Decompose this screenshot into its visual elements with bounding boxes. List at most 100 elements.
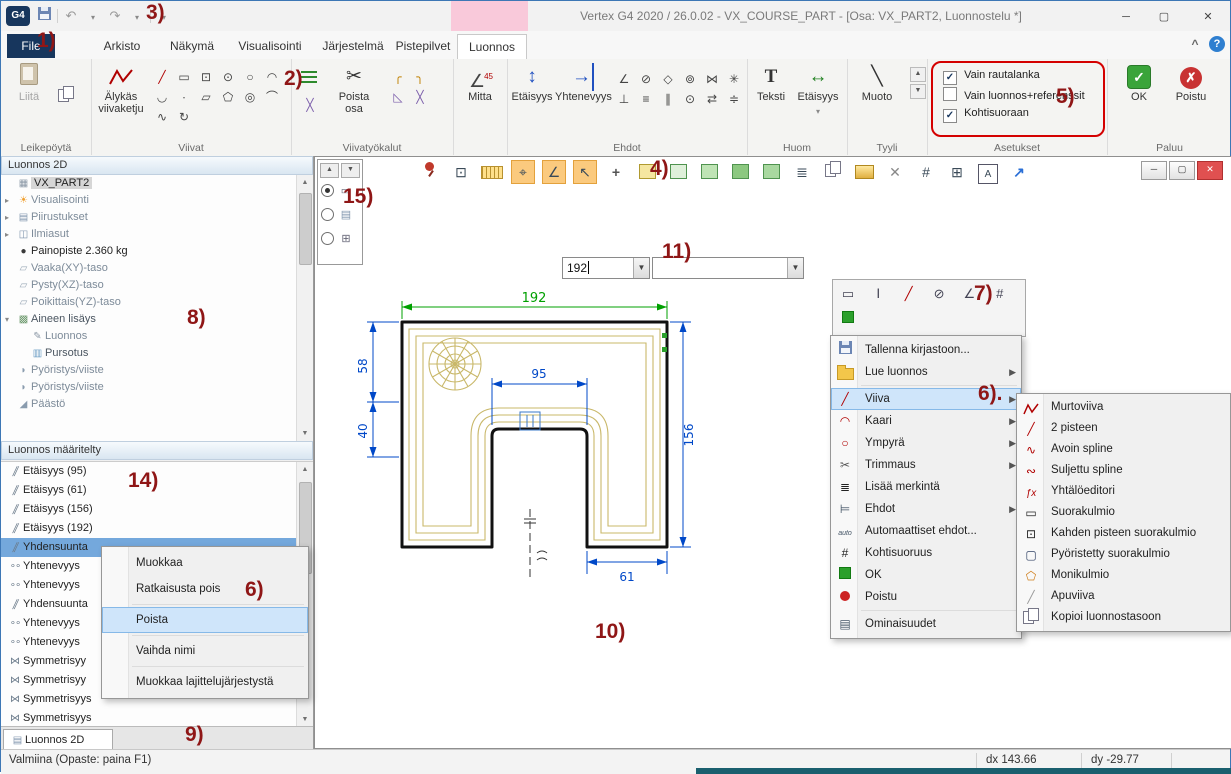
symmetry-constraint-icon[interactable] <box>702 70 722 88</box>
checkbox-kohtisuoraan[interactable]: Kohtisuoraan <box>943 106 1029 120</box>
help-icon[interactable]: ? <box>1209 36 1225 52</box>
dimension-156[interactable]: 156 <box>670 322 696 547</box>
tab-luonnos-2d[interactable]: Luonnos 2D <box>3 729 113 750</box>
coincident-constraint-icon[interactable] <box>680 90 700 108</box>
scroll-down-icon[interactable]: ▼ <box>297 712 313 727</box>
dimension-40[interactable]: 40 <box>356 402 399 457</box>
child-close-icon[interactable]: ✕ <box>1197 161 1223 180</box>
collapse-ribbon-icon[interactable] <box>1187 37 1203 53</box>
snap-target-icon[interactable] <box>511 160 535 184</box>
chamfer-icon[interactable] <box>388 88 408 106</box>
grid-add-icon[interactable] <box>945 160 969 184</box>
line-tool-icon[interactable] <box>897 283 921 305</box>
panel-down-icon[interactable]: ▼ <box>341 163 360 178</box>
ok-square-icon[interactable] <box>836 308 860 330</box>
scroll-thumb[interactable] <box>299 193 312 265</box>
spinner-down-icon[interactable]: ▼ <box>910 84 926 99</box>
ibeam-tool-icon[interactable] <box>866 283 890 305</box>
combo-dropdown-icon[interactable]: ▼ <box>787 258 803 278</box>
dimension-61[interactable]: 61 <box>587 551 667 584</box>
arc-down-icon[interactable] <box>152 88 172 106</box>
combo-dropdown-icon[interactable]: ▼ <box>633 258 649 278</box>
point-icon[interactable] <box>174 88 194 106</box>
tab-arkisto[interactable]: Arkisto <box>91 35 153 58</box>
pin-icon[interactable] <box>418 160 442 184</box>
menu-item-arc[interactable]: Kaari▶ <box>831 410 1021 432</box>
panel-up-icon[interactable]: ▲ <box>320 163 339 178</box>
perpendicular-constraint-icon[interactable] <box>614 90 634 108</box>
checkbox-unchecked-icon[interactable] <box>943 87 957 101</box>
menu-item-exclude-from-solve[interactable]: Ratkaisusta pois <box>102 576 308 602</box>
tab-pistepilvet[interactable]: Pistepilvet <box>393 35 453 58</box>
checkbox-checked-icon[interactable] <box>943 109 957 123</box>
line-icon[interactable] <box>152 68 172 86</box>
menu-item-ok[interactable]: OK <box>831 564 1021 586</box>
tree-item[interactable]: Pyöristys/viiste <box>1 379 313 396</box>
view-shaded-icon[interactable] <box>666 160 690 184</box>
offset-lines-icon[interactable] <box>301 69 317 86</box>
tree-item[interactable]: Päästö <box>1 396 313 413</box>
redo-dropdown-icon[interactable] <box>128 7 146 25</box>
spline-icon[interactable] <box>152 108 172 126</box>
dimension-58[interactable]: 58 <box>356 322 399 402</box>
extend-icon[interactable] <box>410 88 430 106</box>
tree-item[interactable]: Luonnos <box>1 328 313 345</box>
submenu-item-copy-to-sketch-plane[interactable]: Kopioi luonnostasoon <box>1017 607 1230 628</box>
expander-icon[interactable] <box>5 209 16 226</box>
parallel-constraint-icon[interactable] <box>658 90 678 108</box>
tab-nakyma[interactable]: Näkymä <box>161 35 223 58</box>
shape-style-button[interactable]: Muoto <box>853 63 901 103</box>
circle-icon[interactable] <box>240 68 260 86</box>
tree-item[interactable]: Piirustukset <box>1 209 313 226</box>
revolve-icon[interactable] <box>174 108 194 126</box>
menu-item-edit-sort-order[interactable]: Muokkaa lajittelujärjestystä <box>102 669 308 695</box>
submenu-item-rounded-rectangle[interactable]: Pyöristetty suorakulmio <box>1017 544 1230 565</box>
exit-button[interactable]: Poistu <box>1169 63 1213 103</box>
equal-constraint-icon[interactable] <box>702 90 722 108</box>
menu-item-exit[interactable]: Poistu <box>831 586 1021 608</box>
layers-icon[interactable] <box>852 160 876 184</box>
view-box-icon[interactable] <box>759 160 783 184</box>
submenu-item-aux-line[interactable]: Apuviiva <box>1017 586 1230 607</box>
distance-constraint-button[interactable]: Etäisyys <box>509 63 555 103</box>
scroll-down-icon[interactable]: ▼ <box>297 426 313 441</box>
ruler-icon[interactable] <box>480 160 504 184</box>
undo-dropdown-icon[interactable] <box>84 7 102 25</box>
checkbox-vain-rautalanka[interactable]: Vain rautalanka <box>943 68 1040 82</box>
smart-polyline-button[interactable]: Älykäs viivaketju <box>93 63 149 115</box>
tree-item[interactable]: Pysty(XZ)-taso <box>1 277 313 294</box>
submenu-item-polyline[interactable]: Murtoviiva <box>1017 397 1230 418</box>
menu-item-constraints[interactable]: Ehdot▶ <box>831 498 1021 520</box>
arc-3point-icon[interactable] <box>262 88 282 106</box>
midpoint-constraint-icon[interactable] <box>658 70 678 88</box>
menu-item-trim[interactable]: Trimmaus▶ <box>831 454 1021 476</box>
submenu-item-two-point[interactable]: 2 pisteen <box>1017 418 1230 439</box>
fix-constraint-icon[interactable] <box>724 90 744 108</box>
expander-icon[interactable] <box>5 311 16 328</box>
dimension-dropdown-icon[interactable] <box>816 103 820 117</box>
submenu-item-closed-spline[interactable]: Suljettu spline <box>1017 460 1230 481</box>
concentric-constraint-icon[interactable] <box>680 70 700 88</box>
menu-item-circle[interactable]: Ympyrä▶ <box>831 432 1021 454</box>
tab-jarjestelma[interactable]: Järjestelmä <box>319 35 387 58</box>
radio-option-grid[interactable] <box>318 226 362 250</box>
save-icon[interactable] <box>35 7 53 25</box>
dimension-value-input[interactable]: 192 <box>567 261 587 275</box>
tree-scrollbar[interactable]: ▲ ▼ <box>296 175 313 441</box>
tree-item[interactable]: Pursotus <box>1 345 313 362</box>
fit-view-icon[interactable] <box>449 160 473 184</box>
menu-item-perpendicularity[interactable]: Kohtisuoruus <box>831 542 1021 564</box>
redo-icon[interactable] <box>106 7 124 25</box>
fillet-icon[interactable] <box>388 68 408 86</box>
dimension-192[interactable]: 192 <box>402 291 667 319</box>
ok-button[interactable]: OK <box>1119 63 1159 103</box>
view-hidden-icon[interactable] <box>697 160 721 184</box>
expander-icon[interactable] <box>5 226 16 243</box>
pick-point-icon[interactable] <box>604 160 628 184</box>
dimension-value-combo[interactable]: 192 ▼ <box>562 257 650 279</box>
menu-item-save-library[interactable]: Tallenna kirjastoon... <box>831 339 1021 361</box>
tangent-constraint-icon[interactable] <box>636 70 656 88</box>
copy-icon[interactable] <box>821 160 845 184</box>
menu-item-auto-constraints[interactable]: Automaattiset ehdot... <box>831 520 1021 542</box>
parallelogram-icon[interactable] <box>196 88 216 106</box>
